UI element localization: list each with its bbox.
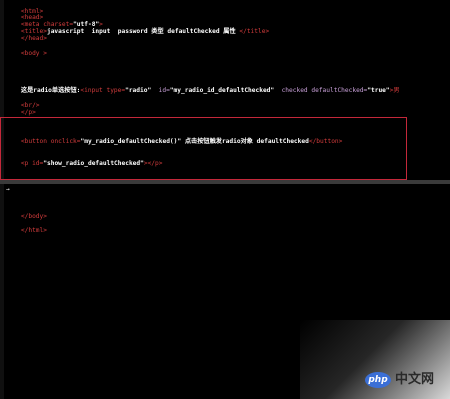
watermark-text: 中文网	[395, 372, 435, 387]
watermark: php 中文网	[365, 372, 434, 388]
head-close-tag: </head>	[20, 35, 47, 42]
code-line: 这是radio单选按钮:<input type="radio" id="my_r…	[6, 79, 400, 103]
p-id-value: "show_radio_defaultChecked"	[43, 160, 144, 167]
php-logo-icon: php	[365, 372, 391, 388]
radio-label-text: 这是radio单选按钮:	[20, 87, 81, 94]
editor-divider[interactable]	[0, 180, 450, 184]
html-close-tag: </html>	[20, 227, 47, 234]
p-close-tag: </p>	[20, 109, 36, 116]
button-text: 点击按钮触发radio对象 defaultChecked	[181, 138, 309, 145]
code-line: <body >	[6, 42, 47, 66]
input-type-value: "radio"	[125, 87, 152, 94]
code-line: <button onclick="my_radio_defaultChecked…	[6, 130, 342, 154]
p-tag: <p id=	[20, 160, 44, 167]
input-tag: <input type=	[80, 87, 126, 94]
title-close-tag: </title>	[239, 28, 270, 35]
input-checked-value: "true"	[367, 87, 390, 94]
button-close-tag: </button>	[308, 138, 343, 145]
body-open-tag: <body >	[20, 50, 47, 57]
input-tag-end: >男	[389, 87, 400, 94]
editor-gutter	[0, 0, 4, 399]
code-editor[interactable]: <html> <head> <meta charset="utf-8"> <ti…	[0, 0, 450, 399]
button-tag: <button onclick=	[20, 138, 81, 145]
input-id-value: "my_radio_id_defaultChecked"	[169, 87, 275, 94]
title-text: javascript input password 类型 defaultChec…	[46, 28, 240, 35]
text-cursor-icon: →	[6, 186, 10, 193]
input-checked-attr: checked defaultChecked=	[274, 87, 368, 94]
code-line: </html>	[6, 219, 47, 243]
button-onclick-value: "my_radio_defaultChecked()"	[80, 138, 182, 145]
code-line: <p id="show_radio_defaultChecked"></p>	[6, 152, 163, 176]
p-tag-end: ></p>	[143, 160, 163, 167]
input-id-attr: id=	[151, 87, 170, 94]
